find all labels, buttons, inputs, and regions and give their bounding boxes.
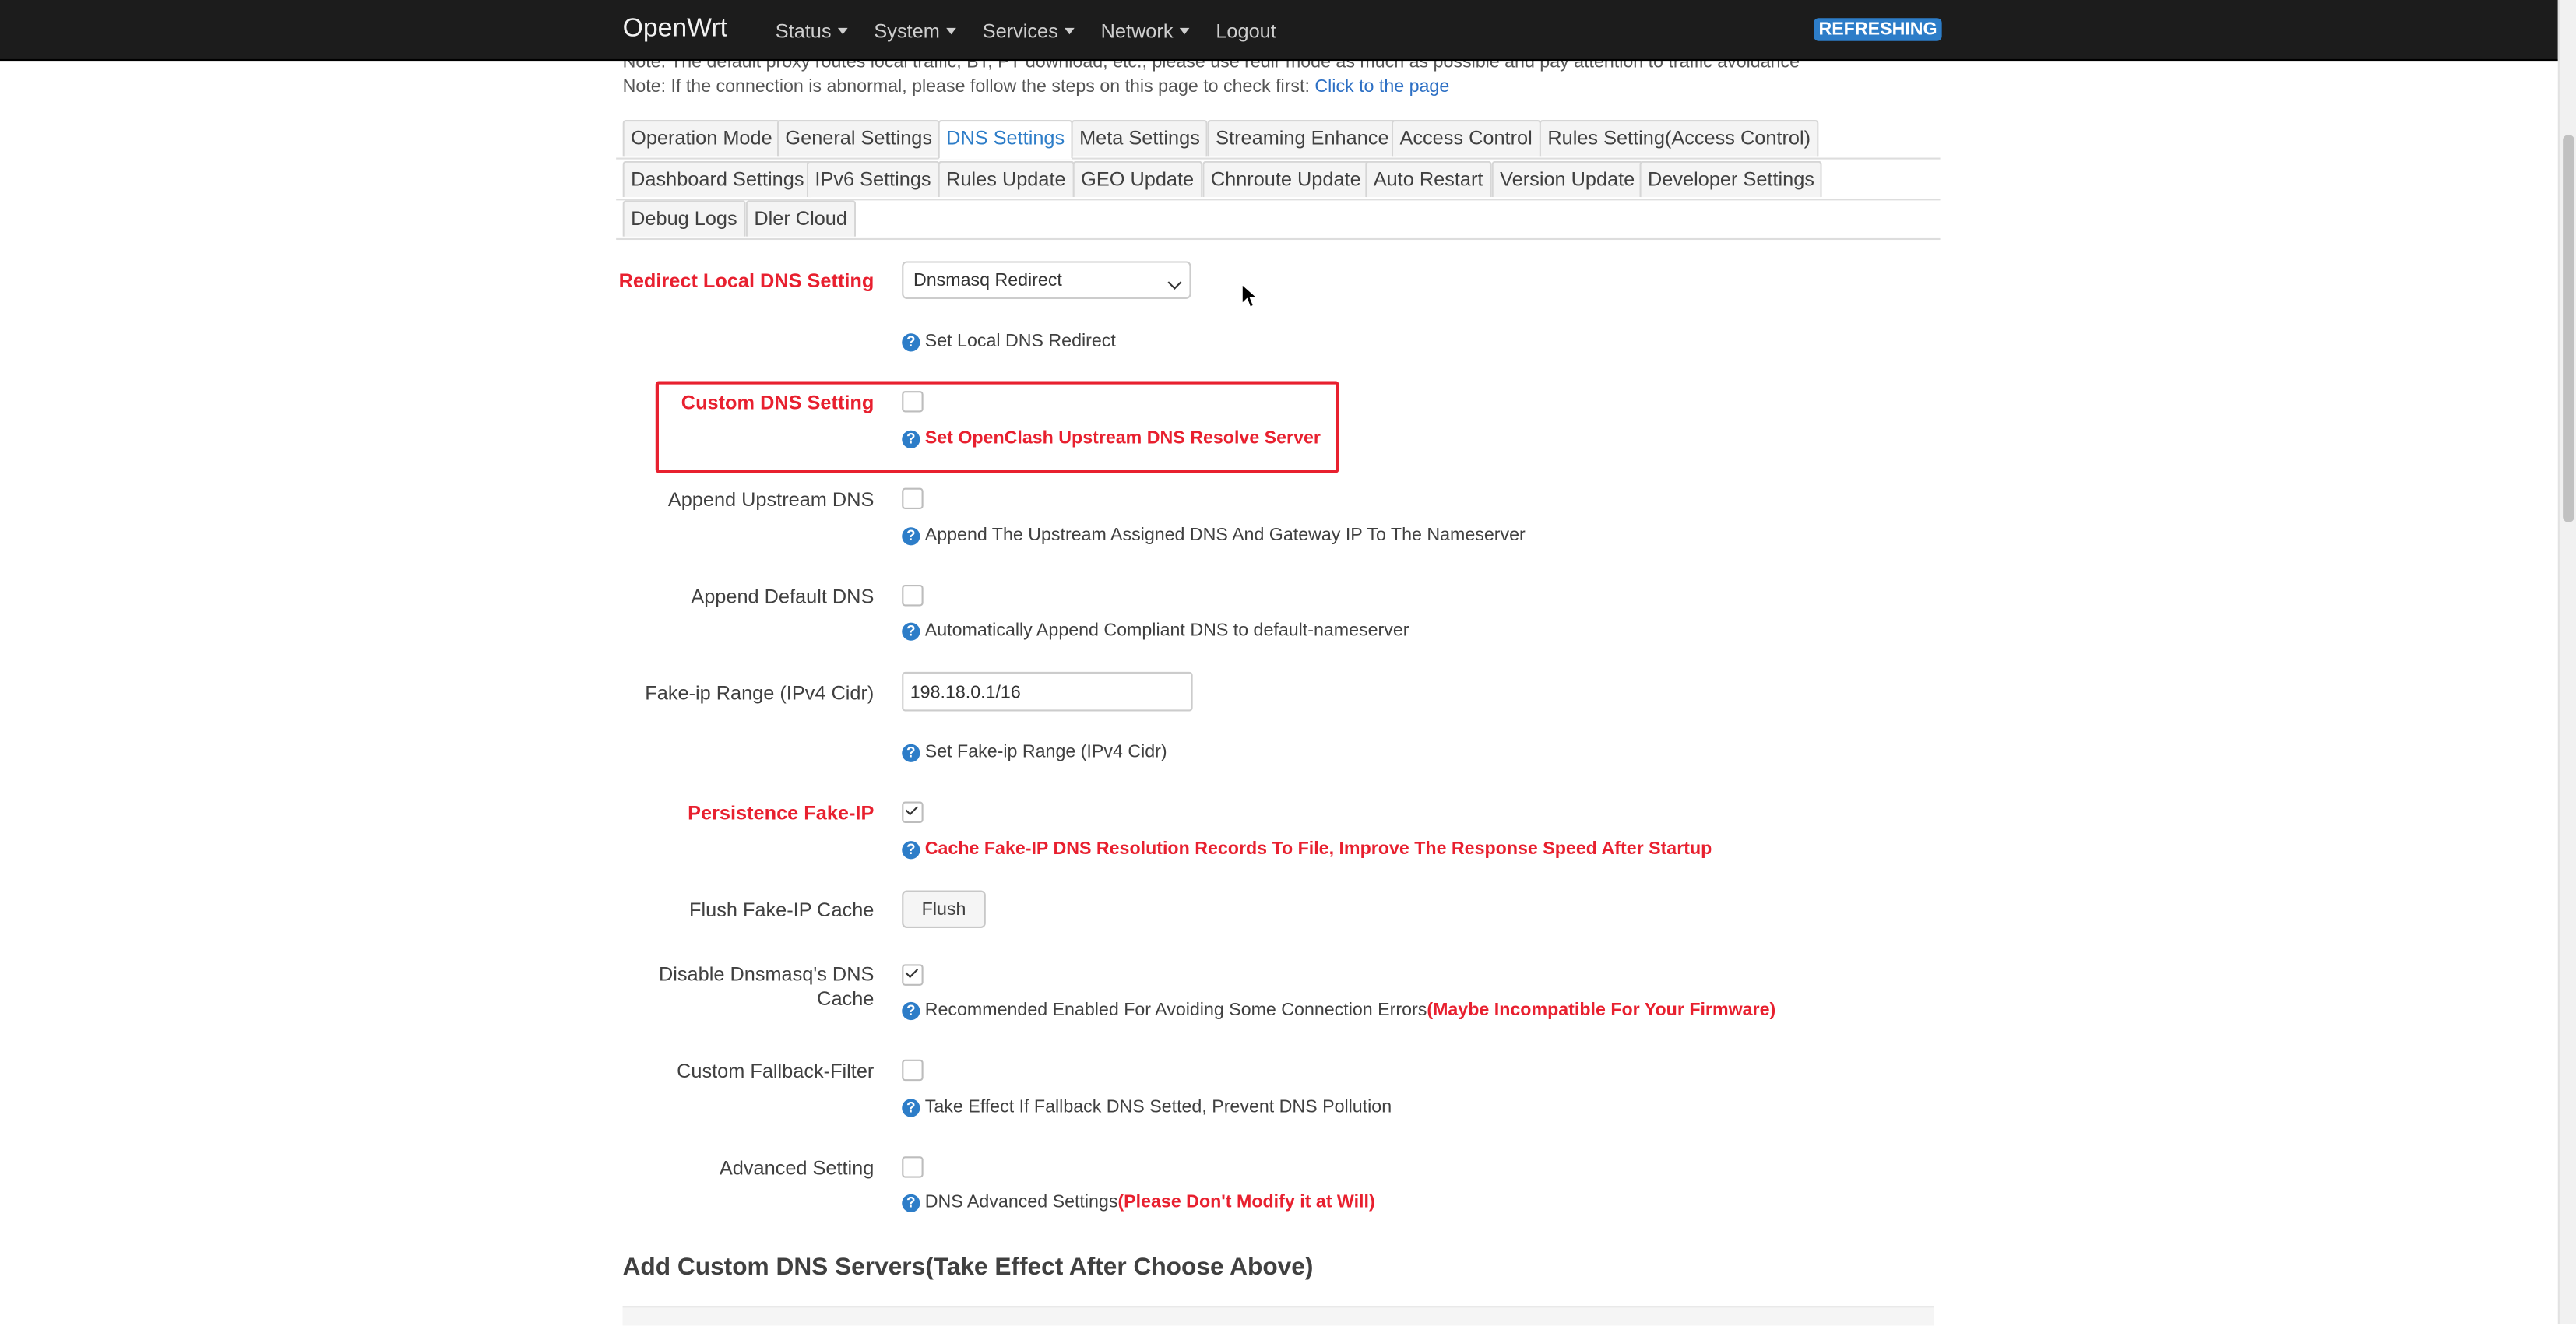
append-upstream-dns-help: ? Append The Upstream Assigned DNS And Ga…	[902, 526, 1526, 545]
custom-dns-label: Custom DNS Setting	[681, 391, 875, 414]
caret-down-icon	[1179, 27, 1190, 35]
advanced-setting-help: ? DNS Advanced Settings (Please Don't Modi…	[902, 1193, 1375, 1212]
top-navbar: OpenWrt Status System Services Network L…	[0, 0, 2558, 62]
persistence-fakeip-checkbox[interactable]	[902, 801, 924, 823]
fakeip-range-label: Fake-ip Range (IPv4 Cidr)	[645, 681, 875, 705]
mouse-pointer-icon	[1241, 283, 1259, 308]
question-circle-icon: ?	[902, 526, 920, 545]
question-circle-icon: ?	[902, 1001, 920, 1020]
tab-dns-settings[interactable]: DNS Settings	[938, 120, 1073, 160]
menu-network[interactable]: Network	[1101, 19, 1190, 43]
question-circle-icon: ?	[902, 743, 920, 761]
tab-dler-cloud[interactable]: Dler Cloud	[745, 200, 856, 237]
caret-down-icon	[1065, 27, 1075, 35]
check-page-link[interactable]: Click to the page	[1314, 77, 1449, 97]
tab-row-2: Dashboard Settings IPv6 Settings Rules U…	[616, 160, 1941, 201]
tab-row-3: Debug Logs Dler Cloud	[616, 199, 1941, 241]
question-circle-icon: ?	[902, 1098, 920, 1117]
caret-down-icon	[838, 27, 848, 35]
persistence-fakeip-label: Persistence Fake-IP	[688, 801, 875, 825]
tab-general-settings[interactable]: General Settings	[776, 120, 941, 157]
disable-dnsmasq-cache-help: ? Recommended Enabled For Avoiding Some C…	[902, 1001, 1775, 1020]
redirect-local-dns-label: Redirect Local DNS Setting	[618, 269, 875, 293]
flush-button[interactable]: Flush	[902, 890, 986, 928]
note-connection: Note: If the connection is abnormal, ple…	[622, 77, 1450, 97]
tab-developer-settings[interactable]: Developer Settings	[1639, 160, 1823, 198]
tab-version-update[interactable]: Version Update	[1491, 160, 1643, 198]
append-upstream-dns-checkbox[interactable]	[902, 487, 924, 510]
tab-auto-restart[interactable]: Auto Restart	[1365, 160, 1491, 198]
tab-rules-setting[interactable]: Rules Setting(Access Control)	[1539, 120, 1819, 157]
question-circle-icon: ?	[902, 621, 920, 640]
menu-status[interactable]: Status	[776, 19, 848, 43]
tab-streaming-enhance[interactable]: Streaming Enhance	[1207, 120, 1398, 157]
tab-debug-logs[interactable]: Debug Logs	[622, 200, 746, 237]
disable-dnsmasq-cache-label: Disable Dnsmasq's DNS Cache	[658, 962, 875, 1011]
tab-ipv6-settings[interactable]: IPv6 Settings	[806, 160, 940, 198]
tab-rules-update[interactable]: Rules Update	[938, 160, 1075, 198]
fakeip-range-input[interactable]: 198.18.0.1/16	[902, 671, 1193, 712]
tab-access-control[interactable]: Access Control	[1391, 120, 1541, 157]
tab-geo-update[interactable]: GEO Update	[1072, 160, 1202, 198]
redirect-local-dns-help: ? Set Local DNS Redirect	[902, 332, 1116, 351]
tab-chnroute-update[interactable]: Chnroute Update	[1202, 160, 1370, 198]
tab-dashboard-settings[interactable]: Dashboard Settings	[622, 160, 813, 198]
custom-fallback-filter-help: ? Take Effect If Fallback DNS Setted, Pre…	[902, 1097, 1392, 1117]
append-default-dns-checkbox[interactable]	[902, 585, 924, 607]
persistence-fakeip-help: ? Cache Fake-IP DNS Resolution Records To…	[902, 839, 1712, 859]
custom-fallback-filter-checkbox[interactable]	[902, 1059, 924, 1082]
scrollbar-thumb[interactable]	[2563, 134, 2574, 522]
menu-system[interactable]: System	[874, 19, 956, 43]
flush-fakeip-label: Flush Fake-IP Cache	[689, 899, 875, 922]
refreshing-badge[interactable]: REFRESHING	[1814, 18, 1942, 41]
question-circle-icon: ?	[902, 840, 920, 859]
custom-fallback-filter-label: Custom Fallback-Filter	[677, 1059, 875, 1083]
redirect-local-dns-select[interactable]: Dnsmasq Redirect	[902, 261, 1191, 299]
fakeip-range-help: ? Set Fake-ip Range (IPv4 Cidr)	[902, 743, 1167, 762]
tab-meta-settings[interactable]: Meta Settings	[1071, 120, 1209, 157]
page: OpenWrt Status System Services Network L…	[0, 0, 2576, 1326]
menu-services[interactable]: Services	[983, 19, 1075, 43]
append-default-dns-label: Append Default DNS	[691, 585, 875, 608]
tab-row-1: Operation Mode General Settings DNS Sett…	[616, 118, 1941, 160]
caret-down-icon	[946, 27, 956, 35]
custom-dns-checkbox[interactable]	[902, 391, 924, 413]
section-table-header	[622, 1306, 1934, 1326]
custom-dns-help: ? Set OpenClash Upstream DNS Resolve Serv…	[902, 429, 1321, 448]
append-default-dns-help: ? Automatically Append Compliant DNS to d…	[902, 621, 1409, 641]
main-menu: Status System Services Network Logout	[776, 19, 1303, 43]
append-upstream-dns-label: Append Upstream DNS	[667, 487, 875, 512]
advanced-setting-checkbox[interactable]	[902, 1156, 924, 1178]
advanced-setting-label: Advanced Setting	[719, 1156, 875, 1180]
tab-operation-mode[interactable]: Operation Mode	[622, 120, 781, 157]
menu-logout[interactable]: Logout	[1216, 19, 1276, 43]
chevron-down-icon	[1167, 275, 1182, 290]
brand-logo[interactable]: OpenWrt	[623, 15, 727, 44]
section-title: Add Custom DNS Servers(Take Effect After…	[622, 1253, 1314, 1282]
page-scrollbar[interactable]	[2557, 0, 2576, 1324]
disable-dnsmasq-cache-checkbox[interactable]	[902, 964, 924, 986]
question-circle-icon: ?	[902, 429, 920, 448]
question-circle-icon: ?	[902, 332, 920, 351]
question-circle-icon: ?	[902, 1193, 920, 1212]
